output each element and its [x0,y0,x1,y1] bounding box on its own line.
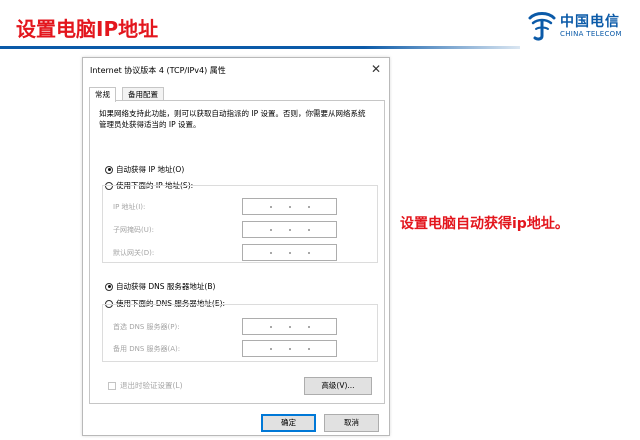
ip-address-label: IP 地址(I): [113,203,146,211]
dialog-title: Internet 协议版本 4 (TCP/IPv4) 属性 [90,66,226,75]
tab-general[interactable]: 常规 [89,87,116,102]
close-icon[interactable]: ✕ [369,62,383,76]
logo-name-cn: 中国电信 [560,14,620,30]
checkbox-unchecked-icon [108,381,116,390]
ipv4-properties-dialog: Internet 协议版本 4 (TCP/IPv4) 属性 ✕ 常规 备用配置 … [82,57,390,436]
tab-panel-general: 如果网络支持此功能，则可以获取自动指派的 IP 设置。否则，你需要从网络系统管理… [89,100,385,404]
description-text: 如果网络支持此功能，则可以获取自动指派的 IP 设置。否则，你需要从网络系统管理… [99,109,366,129]
ip-auto-label: 自动获得 IP 地址(O) [116,165,185,174]
ip-address-input[interactable] [242,198,337,215]
instruction-note: 设置电脑自动获得ip地址。 [400,216,569,232]
radio-selected-icon [105,282,113,291]
china-telecom-logo-icon [528,12,556,41]
dns-auto-label: 自动获得 DNS 服务器地址(B) [116,282,216,291]
validate-on-exit-label: 退出时验证设置(L) [120,381,183,390]
subnet-mask-input[interactable] [242,221,337,238]
alternate-dns-input[interactable] [242,340,337,357]
radio-selected-icon [105,165,113,174]
subnet-mask-label: 子网掩码(U): [113,226,154,234]
dialog-titlebar: Internet 协议版本 4 (TCP/IPv4) 属性 ✕ [83,58,389,82]
advanced-button[interactable]: 高级(V)... [304,377,372,395]
slide-title: 设置电脑IP地址 [16,17,159,41]
title-underline [0,46,520,49]
tab-alternate-config[interactable]: 备用配置 [122,87,164,101]
ip-auto-radio[interactable]: 自动获得 IP 地址(O) [105,164,184,175]
logo-name-en: CHINA TELECOM [560,30,622,38]
dns-auto-radio[interactable]: 自动获得 DNS 服务器地址(B) [105,281,215,292]
default-gateway-input[interactable] [242,244,337,261]
ok-button[interactable]: 确定 [261,414,316,432]
preferred-dns-input[interactable] [242,318,337,335]
default-gateway-label: 默认网关(D): [113,249,155,257]
preferred-dns-label: 首选 DNS 服务器(P): [113,323,180,331]
validate-on-exit-checkbox[interactable]: 退出时验证设置(L) [108,380,183,391]
cancel-button[interactable]: 取消 [324,414,379,432]
alternate-dns-label: 备用 DNS 服务器(A): [113,345,181,353]
brand-logo: 中国电信 CHINA TELECOM [526,8,634,46]
